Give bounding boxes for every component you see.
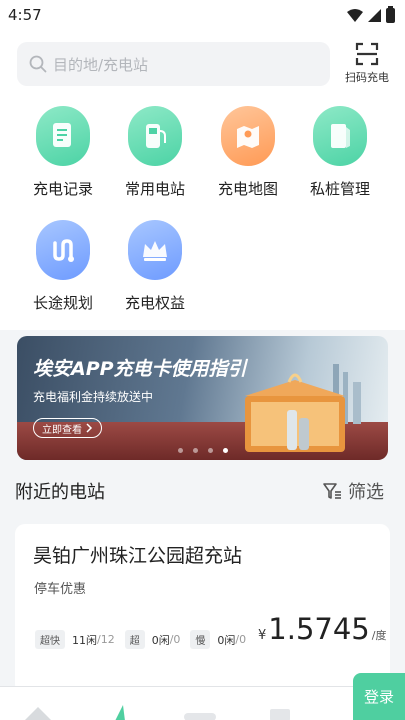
status-time: 4:57 [8, 6, 42, 24]
station-price: ¥ 1.5745 /度 [258, 612, 386, 646]
home-header: 目的地/充电站 扫码充电 充电记录 常用电站 充电地图 私桩管理 长途规划 充电… [0, 30, 405, 330]
scan-charge-button[interactable]: 扫码充电 [341, 42, 393, 88]
carousel-dot-active [222, 448, 228, 453]
nav-navigation-icon[interactable] [101, 699, 137, 720]
carousel-dot [177, 448, 183, 453]
charger-total: /0 [235, 633, 247, 646]
station-name: 昊铂广州珠江公园超充站 [33, 545, 243, 567]
scan-charge-label: 扫码充电 [345, 71, 389, 84]
nav-mall-icon[interactable] [262, 699, 298, 720]
charger-idle: 0闲 [217, 633, 236, 647]
bottom-navigation [0, 686, 405, 720]
charger-idle: 0闲 [151, 633, 170, 647]
charger-type: 超快 [35, 630, 65, 649]
quick-action-route-planning[interactable]: 长途规划 [17, 220, 109, 313]
private-pile-icon [313, 106, 367, 166]
quick-action-charge-map[interactable]: 充电地图 [202, 106, 294, 199]
filter-label: 筛选 [348, 482, 384, 503]
quick-action-favorite-stations[interactable]: 常用电站 [109, 106, 201, 199]
quick-action-label: 充电权益 [124, 294, 185, 312]
charger-total: /0 [169, 633, 181, 646]
charger-total: /12 [97, 633, 115, 646]
price-currency: ¥ [258, 628, 267, 643]
quick-action-label: 长途规划 [32, 294, 93, 312]
charger-type: 慢 [190, 630, 211, 649]
station-tag: 停车优惠 [34, 582, 87, 597]
chevron-right-icon [86, 423, 93, 433]
charger-superfast: 超快 11闲 /12 [35, 630, 115, 649]
search-input[interactable]: 目的地/充电站 [17, 42, 330, 86]
status-icons [347, 5, 395, 23]
nav-home-icon[interactable] [20, 699, 56, 720]
route-icon [36, 220, 90, 280]
gift-box-illustration [245, 364, 361, 452]
quick-action-charge-benefits[interactable]: 充电权益 [109, 220, 201, 313]
price-value: 1.5745 [268, 612, 370, 646]
status-bar: 4:57 [0, 0, 405, 30]
price-unit: /度 [371, 629, 387, 642]
login-button[interactable]: 登录 [353, 673, 405, 720]
quick-action-label: 私桩管理 [309, 180, 370, 198]
promo-banner[interactable]: 埃安APP充电卡使用指引 充电福利金持续放送中 立即查看 [17, 336, 388, 460]
quick-action-label: 充电记录 [32, 180, 93, 198]
filter-button[interactable]: 筛选 [322, 478, 384, 504]
search-placeholder: 目的地/充电站 [53, 55, 149, 74]
quick-action-label: 常用电站 [124, 180, 185, 198]
carousel-dot [192, 448, 198, 453]
map-icon [221, 106, 275, 166]
banner-subtitle: 充电福利金持续放送中 [33, 390, 154, 404]
login-label: 登录 [363, 688, 394, 706]
charger-super: 超 0闲 /0 [124, 630, 181, 649]
banner-view-button[interactable]: 立即查看 [33, 418, 102, 438]
quick-action-charge-record[interactable]: 充电记录 [17, 106, 109, 199]
banner-view-label: 立即查看 [42, 424, 82, 436]
quick-action-label: 充电地图 [217, 180, 278, 198]
charger-availability: 超快 11闲 /12 超 0闲 /0 慢 0闲 /0 [35, 630, 256, 649]
scan-icon [355, 42, 379, 66]
record-icon [36, 106, 90, 166]
search-icon [29, 55, 47, 73]
station-icon [128, 106, 182, 166]
charger-idle: 11闲 [72, 633, 97, 647]
carousel-dot [207, 448, 213, 453]
charger-slow: 慢 0闲 /0 [190, 630, 246, 649]
battery-icon [386, 5, 395, 23]
nearby-stations-title: 附近的电站 [15, 482, 105, 503]
signal-icon [368, 8, 381, 22]
filter-icon [323, 483, 341, 499]
banner-title: 埃安APP充电卡使用指引 [33, 358, 247, 380]
charger-type: 超 [124, 630, 145, 649]
quick-action-private-pile[interactable]: 私桩管理 [294, 106, 386, 199]
wifi-icon [347, 8, 363, 22]
crown-icon [128, 220, 182, 280]
station-card[interactable]: 昊铂广州珠江公园超充站 停车优惠 超快 11闲 /12 超 0闲 /0 慢 0闲… [15, 524, 390, 694]
carousel-indicator [17, 448, 388, 453]
nav-service-icon[interactable] [182, 699, 218, 720]
